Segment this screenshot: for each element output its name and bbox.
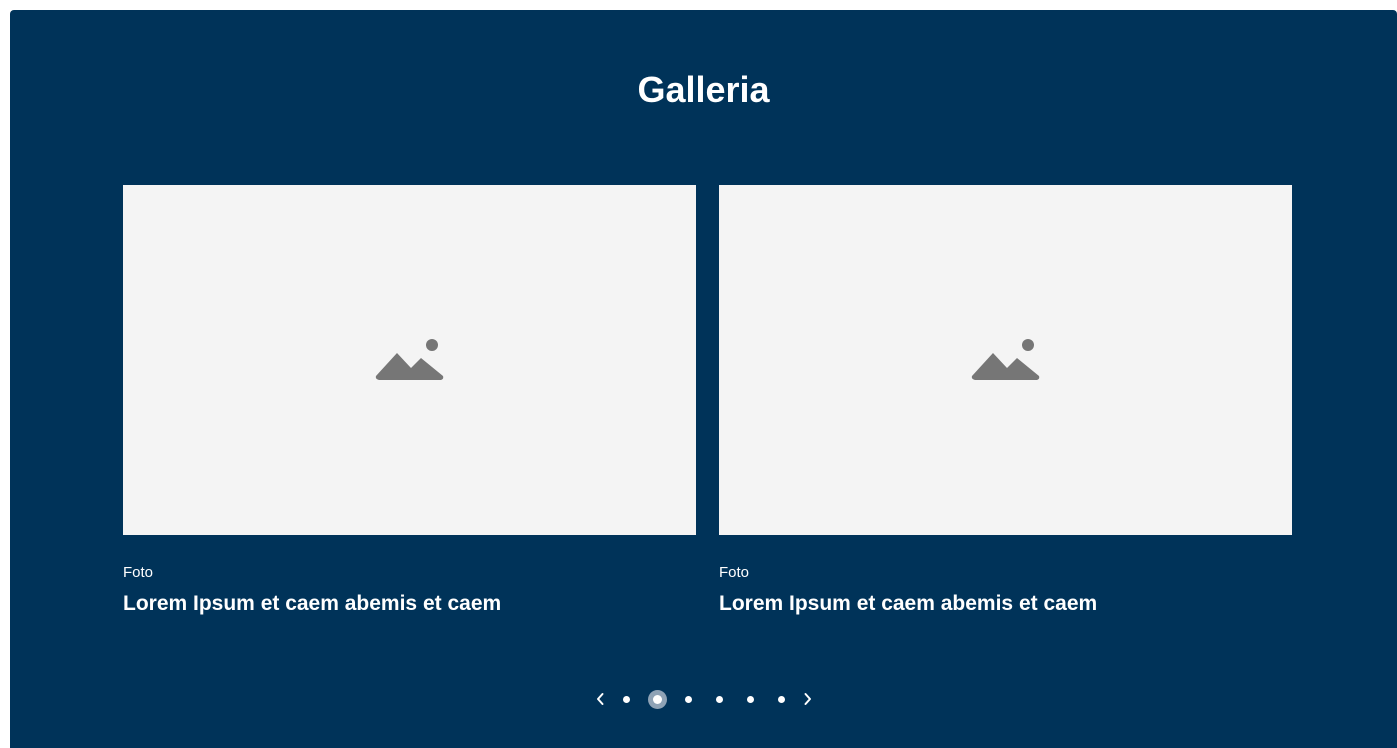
card-image-placeholder[interactable] xyxy=(719,185,1292,535)
pager-dot-active[interactable] xyxy=(642,687,673,711)
next-slide-button[interactable] xyxy=(797,687,819,711)
dot-indicator xyxy=(684,695,692,703)
gallery-card[interactable]: Foto Lorem Ipsum et caem abemis et caem xyxy=(123,185,696,617)
previous-slide-button[interactable] xyxy=(589,687,611,711)
pager-dot[interactable] xyxy=(704,687,735,711)
pager-dot[interactable] xyxy=(611,687,642,711)
carousel-pager xyxy=(10,687,1397,711)
card-title-link[interactable]: Lorem Ipsum et caem abemis et caem xyxy=(123,591,696,617)
chevron-left-icon xyxy=(596,693,603,705)
pager-dot[interactable] xyxy=(735,687,766,711)
pager-dot[interactable] xyxy=(766,687,797,711)
card-category: Foto xyxy=(123,564,154,581)
dot-indicator xyxy=(652,694,662,704)
dot-indicator xyxy=(715,695,723,703)
pager-dots xyxy=(611,687,797,711)
gallery-section: Galleria Foto Lorem Ipsum et caem abemis… xyxy=(10,10,1397,748)
card-category: Foto xyxy=(719,564,750,581)
gallery-card[interactable]: Foto Lorem Ipsum et caem abemis et caem xyxy=(719,185,1292,617)
card-title-link[interactable]: Lorem Ipsum et caem abemis et caem xyxy=(719,591,1292,617)
dot-indicator xyxy=(622,695,630,703)
dot-indicator xyxy=(777,695,785,703)
image-placeholder-icon xyxy=(971,339,1039,380)
gallery-title: Galleria xyxy=(637,69,770,110)
pager-dot[interactable] xyxy=(673,687,704,711)
image-placeholder-icon xyxy=(375,339,443,380)
dot-indicator xyxy=(746,695,754,703)
card-image-placeholder[interactable] xyxy=(123,185,696,535)
chevron-right-icon xyxy=(804,693,811,705)
